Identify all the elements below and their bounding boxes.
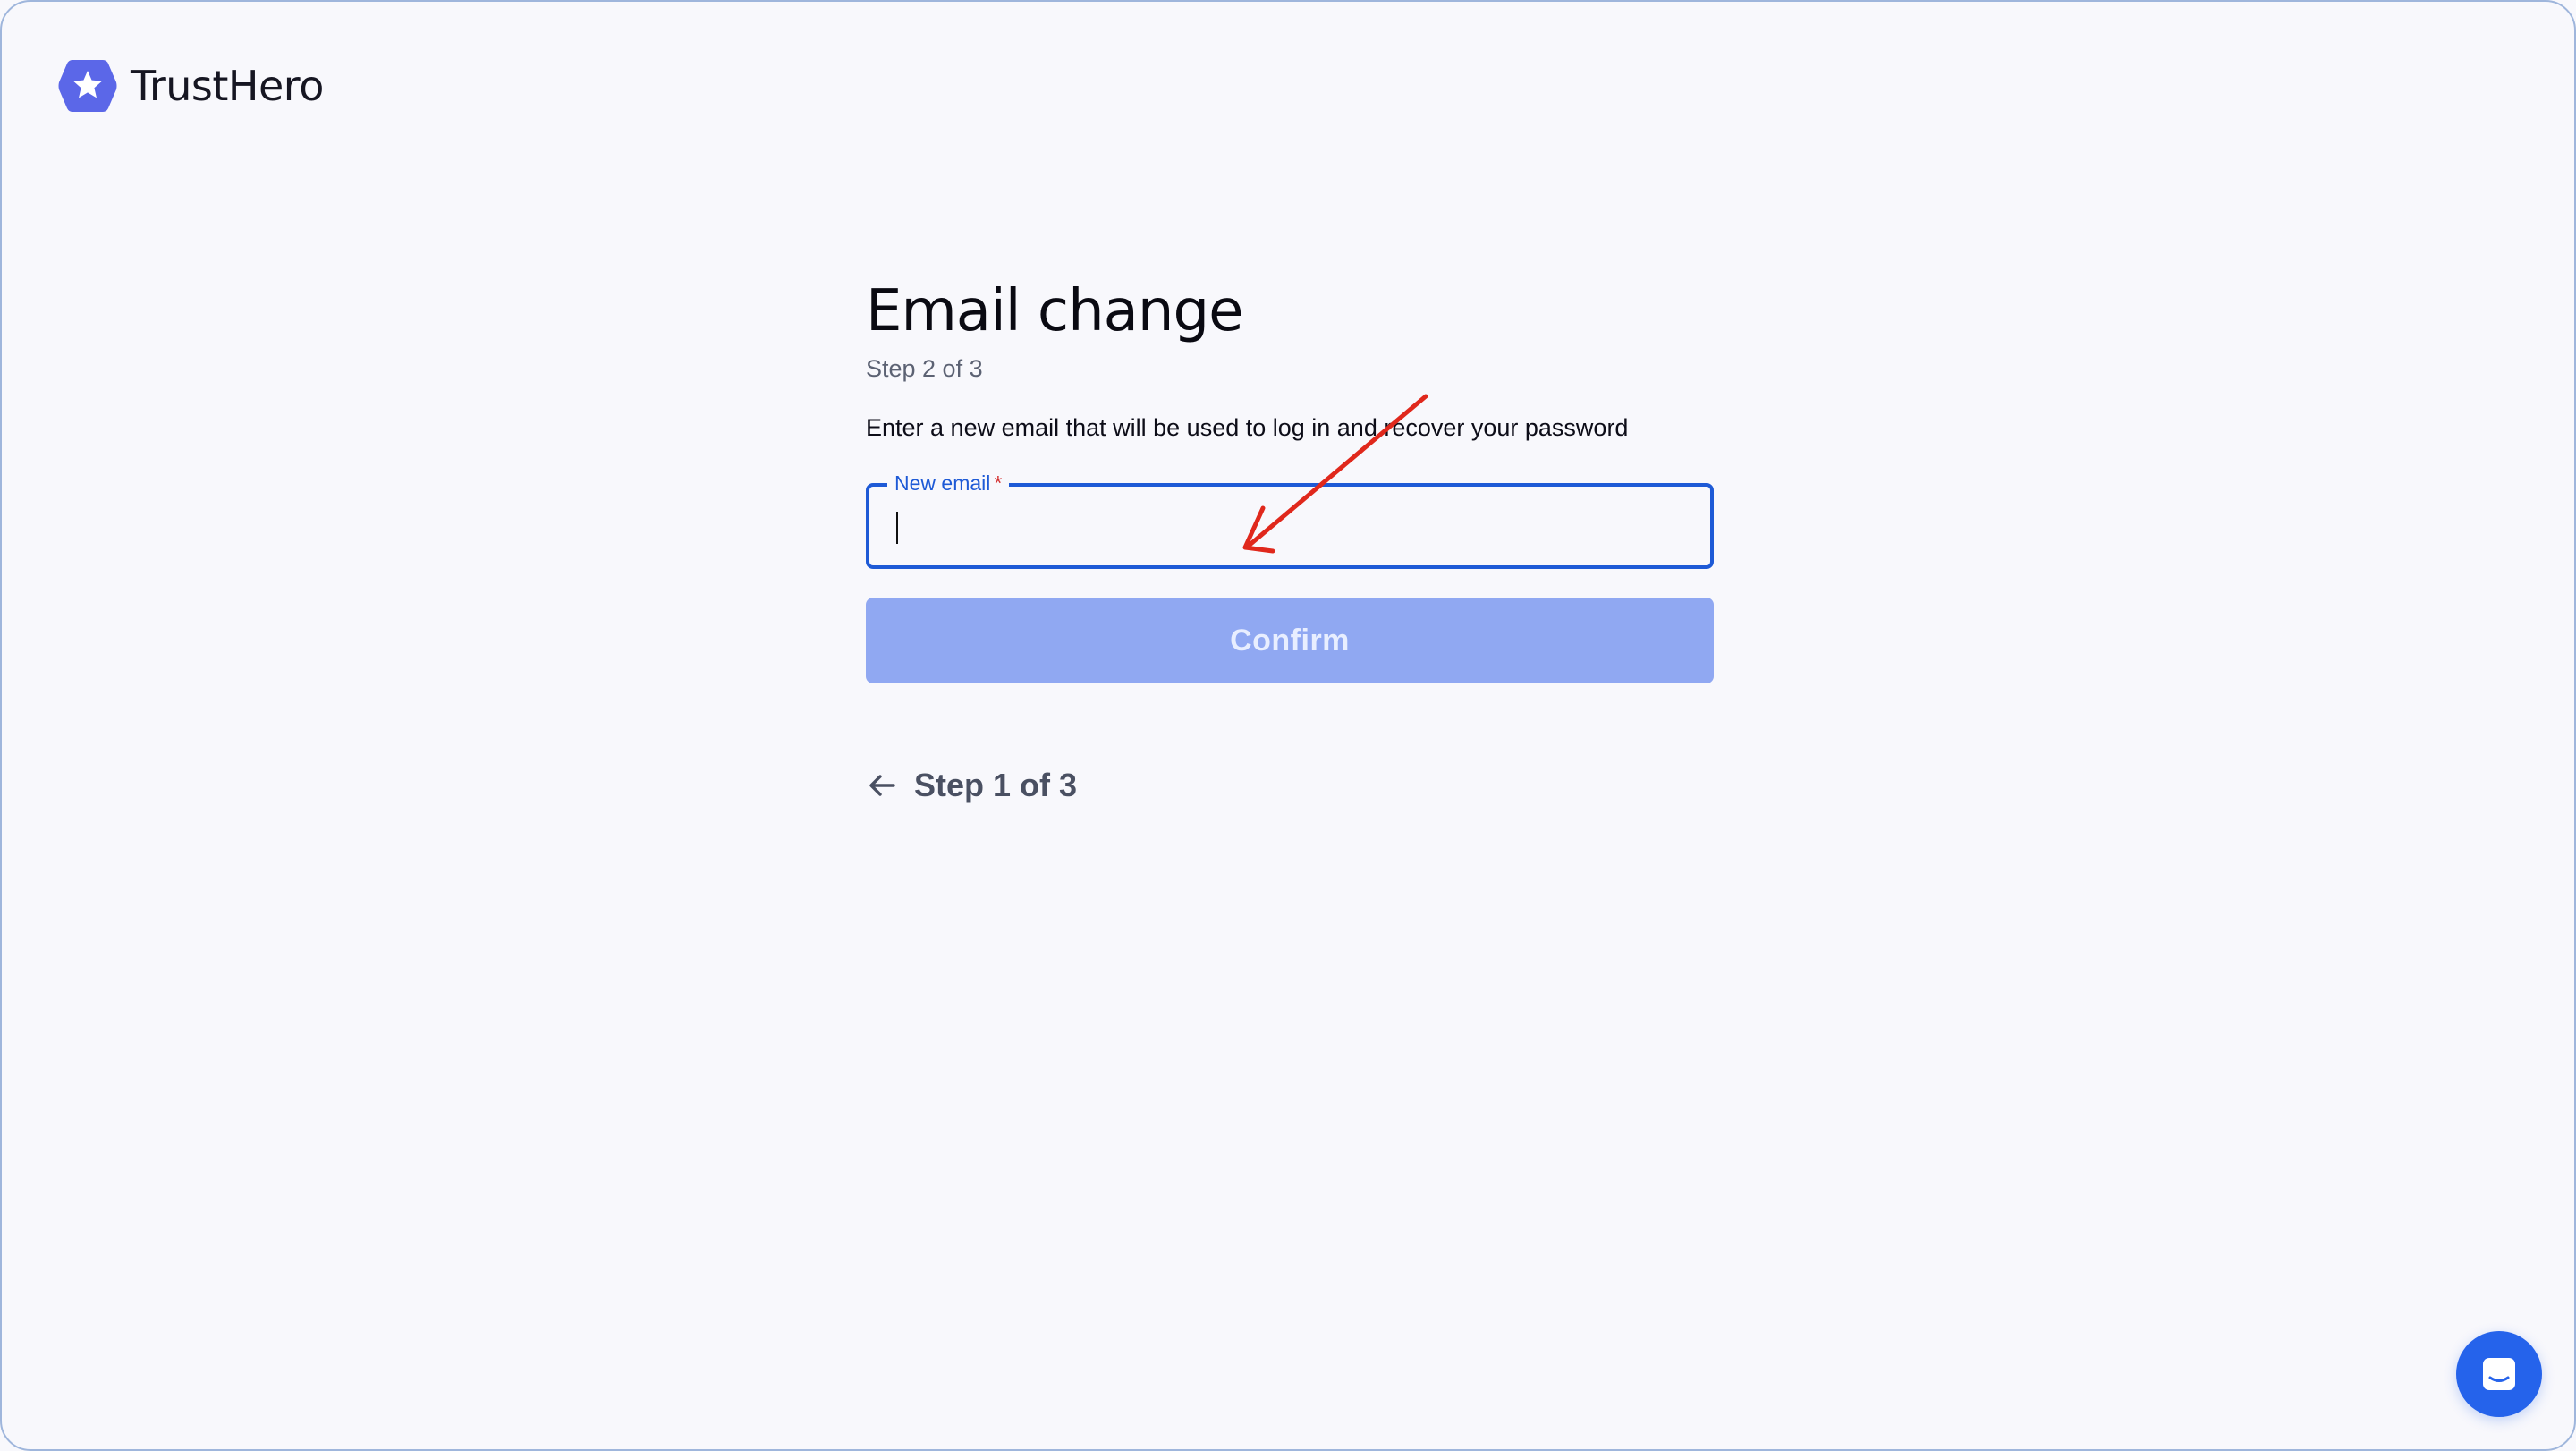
- brand-name: TrustHero: [131, 62, 324, 110]
- chat-launcher-button[interactable]: [2456, 1331, 2542, 1417]
- new-email-input[interactable]: [869, 487, 1710, 565]
- text-cursor: [896, 512, 898, 544]
- brand-logo[interactable]: TrustHero: [57, 54, 324, 118]
- new-email-field[interactable]: New email *: [866, 471, 1714, 569]
- back-step-link[interactable]: Step 1 of 3: [866, 764, 1714, 807]
- star-hexagon-icon: [58, 60, 117, 112]
- confirm-button[interactable]: Confirm: [866, 598, 1714, 683]
- app-window: TrustHero Email change Step 2 of 3 Enter…: [0, 0, 2576, 1451]
- email-change-form: Email change Step 2 of 3 Enter a new ema…: [866, 276, 1714, 807]
- arrow-left-icon: [869, 775, 895, 796]
- page-title: Email change: [866, 278, 1243, 344]
- chat-bubble-icon: [2483, 1358, 2515, 1390]
- page-description: Enter a new email that will be used to l…: [866, 414, 1629, 441]
- back-step-label: Step 1 of 3: [914, 767, 1078, 803]
- step-indicator: Step 2 of 3: [866, 355, 983, 382]
